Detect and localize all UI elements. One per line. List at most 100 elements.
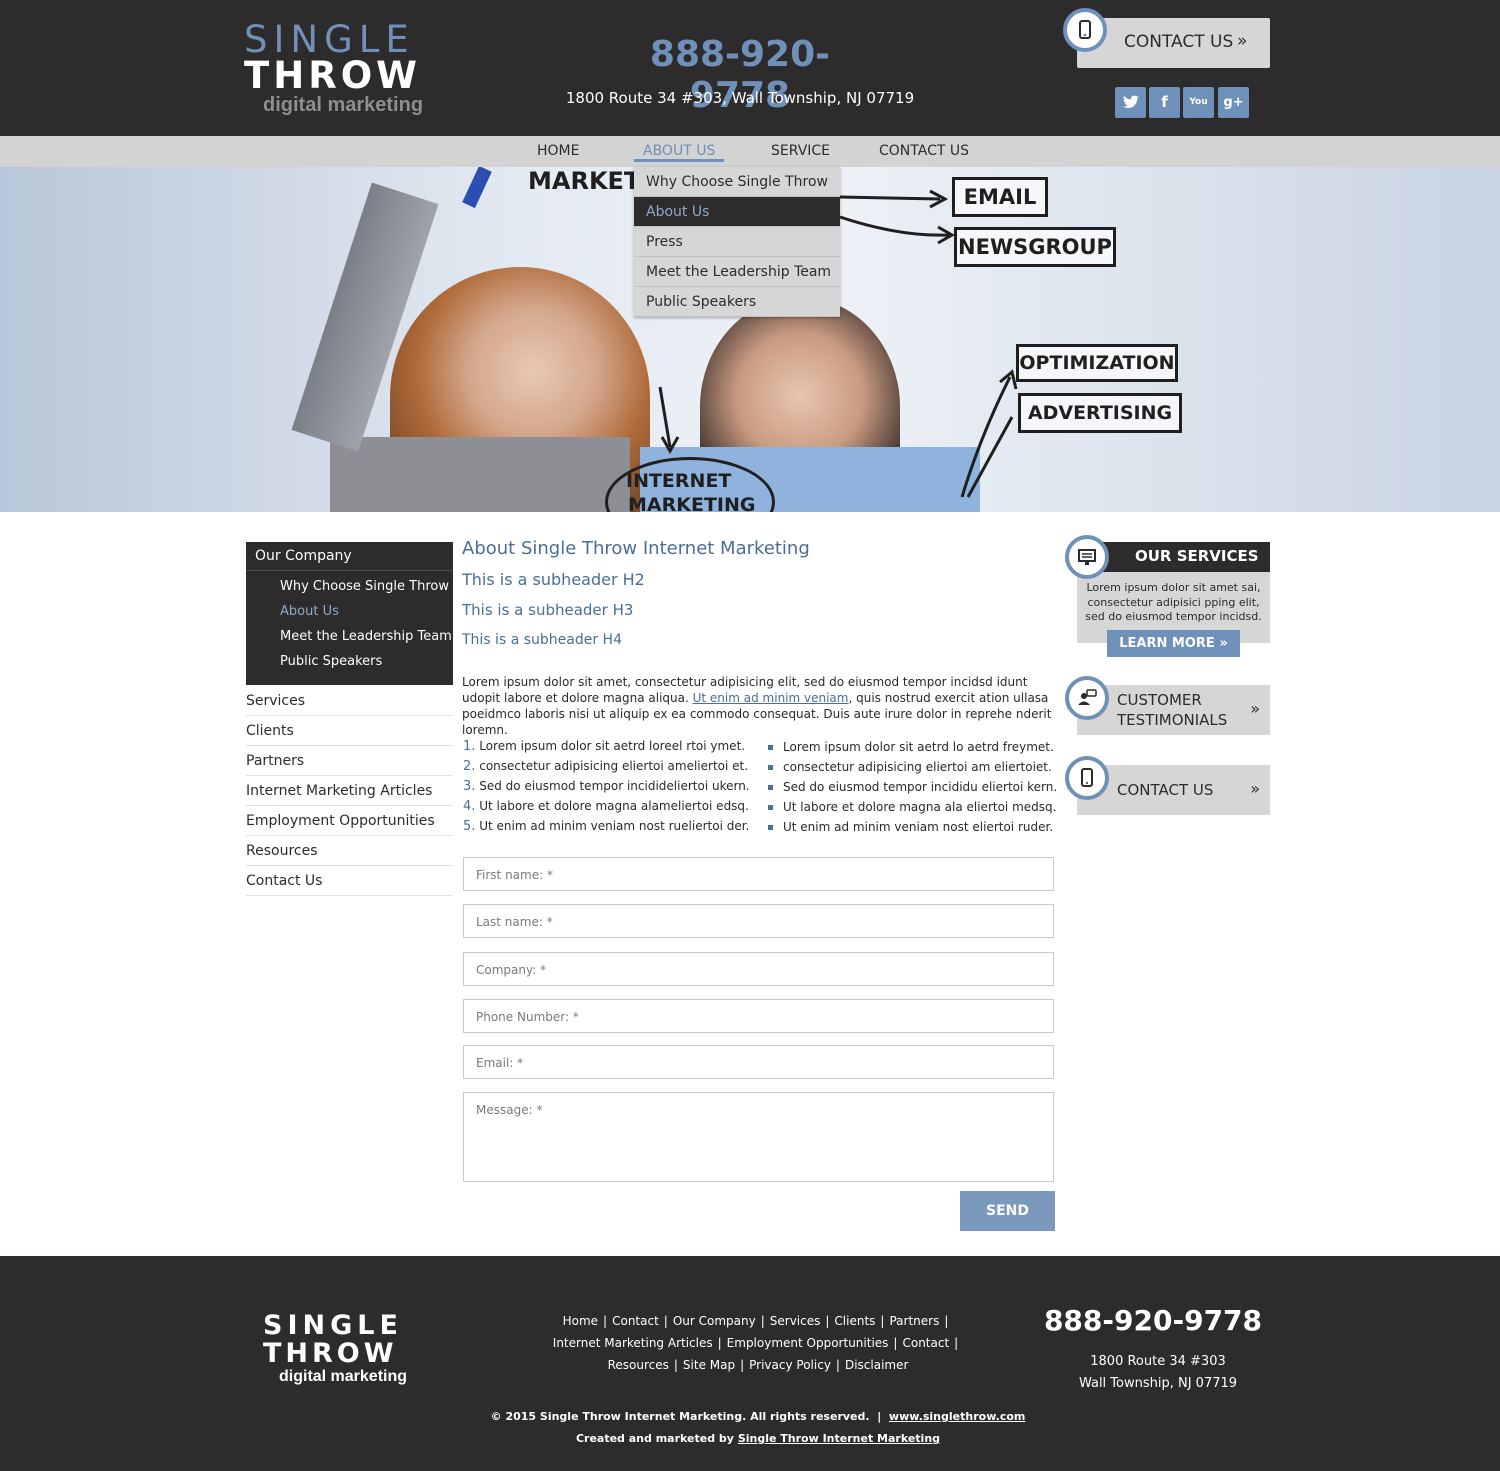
testimonial-icon bbox=[1065, 676, 1109, 720]
ordered-list-item: 5. Ut enim ad minim veniam nost rueliert… bbox=[463, 819, 750, 834]
monitor-icon bbox=[1065, 535, 1109, 579]
nav-about-us[interactable]: ABOUT US bbox=[643, 143, 715, 159]
footer-link-partners[interactable]: Partners bbox=[889, 1314, 939, 1328]
footer-phone[interactable]: 888-920-9778 bbox=[1040, 1304, 1266, 1337]
message-field[interactable]: Message: * bbox=[463, 1092, 1054, 1182]
footer-link-our-company[interactable]: Our Company bbox=[673, 1314, 756, 1328]
footer-logo-line1: SINGLE bbox=[263, 1310, 403, 1341]
nav-home[interactable]: HOME bbox=[537, 143, 579, 159]
website-link[interactable]: www.singlethrow.com bbox=[889, 1410, 1025, 1423]
page-title: About Single Throw Internet Marketing bbox=[462, 538, 810, 559]
youtube-icon[interactable]: You bbox=[1183, 87, 1214, 118]
ordered-list-text: Lorem ipsum dolor sit aetrd loreel rtoi … bbox=[479, 739, 746, 753]
footer-link-contact-2[interactable]: Contact bbox=[902, 1336, 949, 1350]
dropdown-item-why-choose[interactable]: Why Choose Single Throw bbox=[634, 167, 840, 197]
bullet-list-text: Ut enim ad minim veniam nost eliertoi ru… bbox=[783, 820, 1054, 834]
bullet-icon bbox=[768, 745, 773, 750]
subheader-h3: This is a subheader H3 bbox=[462, 601, 634, 619]
footer-link-resources[interactable]: Resources bbox=[608, 1358, 669, 1372]
header-contact-label: CONTACT US bbox=[1124, 32, 1234, 52]
last-name-field[interactable]: Last name: * bbox=[463, 904, 1054, 938]
sidebar-sub-leadership[interactable]: Meet the Leadership Team bbox=[280, 629, 452, 644]
testimonials-label-line1: CUSTOMER bbox=[1117, 691, 1202, 709]
send-button[interactable]: SEND bbox=[960, 1191, 1055, 1231]
double-chevron-icon: » bbox=[1237, 31, 1248, 51]
phone-number-field[interactable]: Phone Number: * bbox=[463, 999, 1054, 1033]
subheader-h2: This is a subheader H2 bbox=[462, 570, 645, 589]
twitter-icon[interactable] bbox=[1115, 87, 1146, 118]
sidebar-item-contact-us[interactable]: Contact Us bbox=[246, 866, 453, 896]
sidebar-item-partners[interactable]: Partners bbox=[246, 746, 453, 776]
footer-link-disclaimer[interactable]: Disclaimer bbox=[845, 1358, 908, 1372]
footer-link-contact[interactable]: Contact bbox=[612, 1314, 659, 1328]
learn-more-button[interactable]: LEARN MORE » bbox=[1107, 630, 1240, 657]
footer-link-privacy[interactable]: Privacy Policy bbox=[749, 1358, 831, 1372]
our-services-title: OUR SERVICES bbox=[1135, 547, 1259, 565]
footer-address-line2: Wall Township, NJ 07719 bbox=[1078, 1376, 1238, 1391]
nav-active-underline bbox=[634, 159, 724, 162]
sidebar-heading[interactable]: Our Company bbox=[255, 548, 352, 564]
phone-icon bbox=[1065, 756, 1109, 800]
ordered-list-text: Ut enim ad minim veniam nost rueliertoi … bbox=[479, 819, 750, 833]
sidebar-sub-why-choose[interactable]: Why Choose Single Throw bbox=[280, 579, 449, 594]
email-field[interactable]: Email: * bbox=[463, 1045, 1054, 1079]
footer-link-site-map[interactable]: Site Map bbox=[683, 1358, 735, 1372]
nav-service[interactable]: SERVICE bbox=[771, 143, 830, 159]
double-chevron-icon: » bbox=[1250, 699, 1260, 718]
footer-link-home[interactable]: Home bbox=[563, 1314, 598, 1328]
header-address: 1800 Route 34 #303, Wall Township, NJ 07… bbox=[565, 89, 915, 107]
body-paragraph: Lorem ipsum dolor sit amet, consectetur … bbox=[462, 674, 1062, 738]
footer-links-row3: Resources | Site Map | Privacy Policy | Discla… bbox=[607, 1358, 909, 1372]
google-plus-icon[interactable]: g+ bbox=[1218, 87, 1249, 118]
ordered-list-text: consectetur adipisicing eliertoi amelier… bbox=[479, 759, 749, 773]
nav-contact-us[interactable]: CONTACT US bbox=[879, 143, 969, 159]
footer-logo-line2: THROW bbox=[263, 1338, 398, 1369]
sidebar-sub-about-us[interactable]: About Us bbox=[280, 604, 339, 619]
our-services-text: Lorem ipsum dolor sit amet sai, consecte… bbox=[1085, 581, 1262, 623]
logo-line3: digital marketing bbox=[263, 94, 424, 116]
bullet-list-text: Sed do eiusmod tempor incididu eliertoi … bbox=[783, 780, 1058, 794]
bullet-list-item: Ut enim ad minim veniam nost eliertoi ru… bbox=[768, 820, 1053, 834]
dropdown-item-leadership[interactable]: Meet the Leadership Team bbox=[634, 257, 840, 287]
dropdown-item-about-us[interactable]: About Us bbox=[634, 197, 840, 227]
footer-credit-row: Created and marketed by Single Throw Int… bbox=[440, 1428, 1076, 1450]
footer-links-row1: Home | Contact | Our Company | Services | Client… bbox=[562, 1314, 949, 1328]
bullet-icon bbox=[768, 805, 773, 810]
bullet-list-text: Ut labore et dolore magna ala eliertoi m… bbox=[783, 800, 1057, 814]
sidebar-sub-public-speakers[interactable]: Public Speakers bbox=[280, 654, 382, 669]
sidebar-item-articles[interactable]: Internet Marketing Articles bbox=[246, 776, 453, 806]
footer-logo-line3: digital marketing bbox=[279, 1368, 408, 1385]
copyright-text: © 2015 Single Throw Internet Marketing. … bbox=[490, 1410, 870, 1423]
bullet-icon bbox=[768, 765, 773, 770]
first-name-field[interactable]: First name: * bbox=[463, 857, 1054, 891]
sidebar-item-employment[interactable]: Employment Opportunities bbox=[246, 806, 453, 836]
dropdown-item-press[interactable]: Press bbox=[634, 227, 840, 257]
sidebar-divider bbox=[246, 570, 453, 571]
sidebar-item-services[interactable]: Services bbox=[246, 686, 453, 716]
header-logo[interactable]: SINGLE THROW digital marketing bbox=[244, 18, 454, 116]
logo-line2: THROW bbox=[244, 54, 421, 97]
company-field[interactable]: Company: * bbox=[463, 952, 1054, 986]
bullet-list-item: Lorem ipsum dolor sit aetrd lo aetrd fre… bbox=[768, 740, 1054, 754]
created-by-link[interactable]: Single Throw Internet Marketing bbox=[738, 1432, 940, 1445]
phone-icon bbox=[1063, 8, 1107, 52]
logo-line1: SINGLE bbox=[244, 18, 415, 61]
ordered-list-item: 1. Lorem ipsum dolor sit aetrd loreel rt… bbox=[463, 739, 746, 754]
footer-link-clients[interactable]: Clients bbox=[834, 1314, 875, 1328]
about-dropdown-menu: Why Choose Single Throw About Us Press M… bbox=[634, 167, 840, 317]
dropdown-item-public-speakers[interactable]: Public Speakers bbox=[634, 287, 840, 317]
paragraph-link[interactable]: Ut enim ad minim veniam bbox=[693, 691, 849, 705]
ordered-list-item: 4. Ut labore et dolore magna alamelierto… bbox=[463, 799, 749, 814]
facebook-icon[interactable]: f bbox=[1149, 87, 1180, 118]
footer-link-articles[interactable]: Internet Marketing Articles bbox=[553, 1336, 713, 1350]
footer-link-services[interactable]: Services bbox=[770, 1314, 821, 1328]
sidebar-item-resources[interactable]: Resources bbox=[246, 836, 453, 866]
double-chevron-icon: » bbox=[1250, 779, 1260, 798]
footer-links-row2: Internet Marketing Articles | Employment O… bbox=[552, 1336, 959, 1350]
footer-copyright: © 2015 Single Throw Internet Marketing. … bbox=[440, 1406, 1076, 1450]
footer-link-employment[interactable]: Employment Opportunities bbox=[727, 1336, 889, 1350]
sidebar-contact-label: CONTACT US bbox=[1117, 781, 1214, 799]
footer-logo[interactable]: SINGLE THROW digital marketing bbox=[263, 1312, 443, 1386]
sidebar-item-clients[interactable]: Clients bbox=[246, 716, 453, 746]
footer-address: 1800 Route 34 #303 Wall Township, NJ 077… bbox=[1040, 1351, 1276, 1395]
